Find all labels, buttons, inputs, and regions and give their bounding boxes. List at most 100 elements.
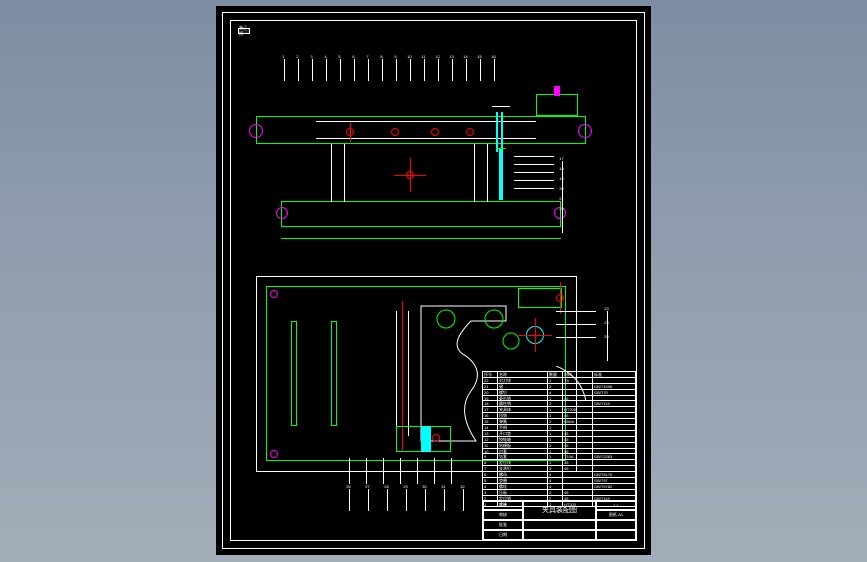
parts-cell (593, 396, 636, 401)
parts-cell: 16 (483, 413, 498, 418)
parts-cell: 12 (483, 437, 498, 442)
parts-cell (593, 413, 636, 418)
title-head: 设计 夹具装配图 1:1 审核 图纸-A1 批准 日期 (483, 500, 636, 540)
parts-cell: 压板 (498, 490, 548, 495)
parts-cell: 10 (483, 449, 498, 454)
parts-cell: 1 (548, 419, 563, 424)
parts-header-cell: 材料 (563, 372, 593, 377)
parts-cell: 1 (548, 396, 563, 401)
parts-cell: 手柄 (498, 425, 548, 430)
parts-cell: 螺母 (498, 472, 548, 477)
parts-cell: GB/T97 (593, 478, 636, 483)
parts-cell: 20 (483, 390, 498, 395)
cell: 审核 (483, 510, 523, 520)
parts-cell: T8 (563, 378, 593, 383)
parts-cell: 弹簧 (498, 419, 548, 424)
parts-cell: 45 (563, 431, 593, 436)
balloon-number: 15 (477, 54, 482, 59)
balloon-number: 20 (559, 186, 564, 192)
balloon-number: 10 (407, 54, 412, 59)
leader (556, 311, 596, 312)
center-slot-edge (396, 311, 397, 436)
balloon-number: 13 (449, 54, 454, 59)
base-lower-bar (281, 201, 561, 227)
parts-cell: 45 (563, 437, 593, 442)
parts-cell: 1 (548, 437, 563, 442)
leader (366, 458, 367, 484)
parts-cell: 6 (483, 472, 498, 477)
balloon-number: 23 (604, 306, 609, 312)
parts-cell: 键 (498, 384, 548, 389)
center-slot-edge (408, 311, 409, 436)
parts-cell (593, 407, 636, 412)
balloon-number: 24 (604, 320, 609, 326)
parts-cell: 11 (483, 443, 498, 448)
parts-cell: T10A (563, 454, 593, 459)
balloon-row-bottom: 26272829303132 (346, 484, 465, 489)
balloon-number: 11 (421, 54, 426, 59)
parts-cell: 3 (483, 490, 498, 495)
corner-screw (270, 450, 278, 458)
parts-cell: GB/T2263 (593, 454, 636, 459)
parts-cell: 螺栓 (498, 484, 548, 489)
parts-cell (563, 425, 593, 430)
cell (596, 520, 636, 530)
t-slot (291, 321, 297, 426)
parts-header-cell: 序号 (483, 372, 498, 377)
balloon-number: 27 (365, 484, 370, 489)
parts-cell: 3 (548, 466, 563, 471)
parts-cell: 1 (548, 425, 563, 430)
parts-cell (593, 443, 636, 448)
parts-cell: 45 (563, 413, 593, 418)
parts-cell (593, 431, 636, 436)
centerline-v (350, 122, 351, 142)
leader (514, 172, 554, 173)
t-slot (331, 321, 337, 426)
centerline-h (518, 335, 552, 336)
parts-cell (563, 472, 593, 477)
parts-cell: 2 (548, 401, 563, 406)
cell (596, 530, 636, 540)
parts-cell: 4 (548, 478, 563, 483)
drill-plate-top (492, 106, 510, 107)
parts-cell: 45 (563, 460, 593, 465)
balloon-number: 16 (491, 54, 496, 59)
leader (434, 458, 435, 484)
locator-hole (431, 128, 439, 136)
cell: 批准 (483, 520, 523, 530)
bracket-block (536, 94, 578, 116)
balloon-col-mid: 171819202122 (559, 156, 564, 212)
parts-cell: 45 (563, 443, 593, 448)
centerline-h (394, 175, 426, 176)
title-block: 序号名称数量材料标准22对刀块1T821键2GB/T109620螺钉4GB/T7… (482, 371, 637, 541)
parts-cell: 1 (548, 460, 563, 465)
bolt-plan (421, 426, 431, 452)
cell: 日期 (483, 530, 523, 540)
parts-cell: 8 (483, 460, 498, 465)
parts-cell: 18 (483, 401, 498, 406)
parts-cell: 65Mn (563, 419, 593, 424)
bushing-section (499, 148, 503, 200)
parts-cell: GB/T119 (593, 401, 636, 406)
parts-cell: 45 (563, 449, 593, 454)
parts-cell: 45 (563, 466, 593, 471)
locator-hole (391, 128, 399, 136)
parts-cell: 45 (563, 396, 593, 401)
leader (514, 164, 554, 165)
cell: 图纸-A1 (596, 510, 636, 520)
parts-cell (563, 390, 593, 395)
parts-cell: 螺钉 (498, 390, 548, 395)
parts-cell: 铰链轴 (498, 437, 548, 442)
strut (487, 144, 488, 202)
mount-hole (249, 124, 263, 138)
parts-cell: GB/T6170 (593, 472, 636, 477)
cell: 设计 (483, 500, 523, 510)
balloon-col-lr: 232425 (604, 306, 609, 340)
fold-mark: 装订线 (238, 28, 250, 34)
leader (556, 337, 596, 338)
parts-cell: 对刀块 (498, 378, 548, 383)
parts-cell (563, 484, 593, 489)
parts-cell: 4 (548, 484, 563, 489)
balloon-number: 4 (323, 54, 328, 59)
plate-edge (256, 276, 257, 471)
